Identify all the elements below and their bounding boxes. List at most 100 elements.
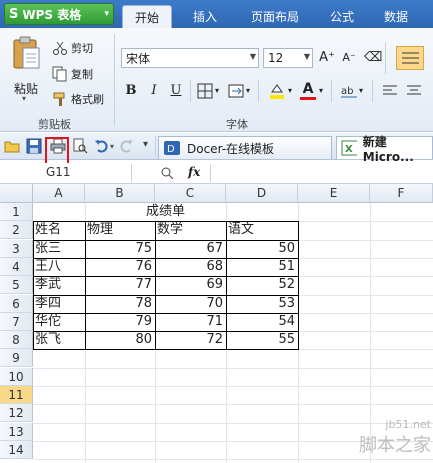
ribbon: 粘贴 ▾ 剪切 复制 格式刷 剪贴板 宋体 ▼ 12 ▼ A⁺ A⁻ ⌫ [0, 28, 433, 132]
search-icon[interactable] [160, 166, 174, 180]
math-cell[interactable]: 71 [155, 313, 226, 331]
font-name-select[interactable]: 宋体 ▼ [121, 48, 259, 68]
column-header-f[interactable]: F [370, 184, 433, 203]
name-cell[interactable]: 华佗 [33, 313, 85, 331]
cut-button[interactable]: 剪切 [52, 40, 93, 56]
row-header-1[interactable]: 1 [0, 203, 33, 221]
tab-home[interactable]: 开始 [122, 5, 172, 28]
tab-page-layout[interactable]: 页面布局 [240, 5, 310, 28]
format-painter-button[interactable]: 格式刷 [52, 91, 104, 107]
wps-logo-icon: S [9, 7, 18, 22]
chinese-cell[interactable]: 54 [226, 313, 298, 331]
italic-button[interactable]: I [145, 82, 163, 100]
header-cell[interactable]: 物理 [85, 221, 155, 239]
paste-button[interactable]: 粘贴 ▾ [8, 36, 44, 102]
name-cell[interactable]: 王八 [33, 258, 85, 276]
text-effect-icon[interactable]: ab [340, 83, 358, 99]
physics-cell[interactable]: 79 [85, 313, 155, 331]
doc-tab-workbook[interactable]: X 新建 Micro... [336, 136, 433, 159]
math-cell[interactable]: 72 [155, 331, 226, 349]
customize-toolbar-icon[interactable]: ▾ [143, 139, 148, 150]
name-box[interactable]: G11 [2, 164, 132, 182]
copy-button[interactable]: 复制 [52, 66, 93, 82]
table-border [33, 240, 299, 241]
chinese-cell[interactable]: 55 [226, 331, 298, 349]
fill-color-icon[interactable] [268, 82, 286, 100]
align-top-button[interactable] [396, 46, 424, 70]
row-header-7[interactable]: 7 [0, 313, 33, 331]
undo-icon[interactable] [94, 138, 110, 154]
chinese-cell[interactable]: 53 [226, 295, 298, 313]
clear-format-icon[interactable]: ⌫ [364, 49, 382, 67]
align-left-icon[interactable] [382, 84, 398, 98]
select-all-corner[interactable] [0, 184, 33, 203]
math-cell[interactable]: 70 [155, 295, 226, 313]
borders-icon[interactable] [197, 83, 213, 99]
name-cell[interactable]: 张三 [33, 240, 85, 258]
row-header-12[interactable]: 12 [0, 404, 33, 422]
row-header-10[interactable]: 10 [0, 368, 33, 386]
table-title-cell[interactable]: 成绩单 [33, 203, 298, 221]
bold-button[interactable]: B [122, 82, 140, 100]
grow-font-button[interactable]: A⁺ [318, 49, 336, 67]
watermark-url: jb51.net [359, 418, 431, 431]
math-cell[interactable]: 68 [155, 258, 226, 276]
chinese-cell[interactable]: 50 [226, 240, 298, 258]
row-header-3[interactable]: 3 [0, 240, 33, 258]
group-separator [385, 42, 386, 74]
column-header-c[interactable]: C [155, 184, 226, 203]
row-header-9[interactable]: 9 [0, 349, 33, 367]
column-header-a[interactable]: A [33, 184, 85, 203]
formula-input[interactable] [210, 164, 433, 182]
column-header-d[interactable]: D [226, 184, 298, 203]
chevron-down-icon: ▼ [250, 52, 256, 61]
row-header-6[interactable]: 6 [0, 295, 33, 313]
physics-cell[interactable]: 76 [85, 258, 155, 276]
row-header-2[interactable]: 2 [0, 221, 33, 239]
wps-app-button[interactable]: S WPS 表格 ▾ [4, 3, 114, 25]
chevron-down-icon: ▾ [246, 86, 250, 95]
group-separator [190, 80, 191, 102]
insert-function-button[interactable]: fx [188, 165, 200, 179]
open-folder-icon[interactable] [4, 138, 20, 154]
row-header-4[interactable]: 4 [0, 258, 33, 276]
row-header-8[interactable]: 8 [0, 331, 33, 349]
name-cell[interactable]: 李武 [33, 276, 85, 294]
docer-icon: D [163, 140, 181, 156]
save-icon[interactable] [26, 138, 42, 154]
physics-cell[interactable]: 75 [85, 240, 155, 258]
font-size-select[interactable]: 12 ▼ [263, 48, 313, 68]
header-cell[interactable]: 数学 [155, 221, 226, 239]
column-header-b[interactable]: B [85, 184, 155, 203]
align-center-icon[interactable] [406, 84, 422, 98]
row-header-5[interactable]: 5 [0, 276, 33, 294]
math-cell[interactable]: 69 [155, 276, 226, 294]
name-cell[interactable]: 李四 [33, 295, 85, 313]
chinese-cell[interactable]: 52 [226, 276, 298, 294]
row-header-13[interactable]: 13 [0, 423, 33, 441]
tab-data[interactable]: 数据 [374, 5, 418, 28]
doc-tab-docer[interactable]: D Docer-在线模板 [158, 136, 332, 159]
header-cell[interactable]: 语文 [226, 221, 298, 239]
row-header-11[interactable]: 11 [0, 386, 33, 404]
row-header-14[interactable]: 14 [0, 441, 33, 459]
redo-icon[interactable] [118, 138, 134, 154]
paste-dropdown-icon: ▾ [22, 94, 26, 103]
name-cell[interactable]: 张飞 [33, 331, 85, 349]
header-cell[interactable]: 姓名 [33, 221, 85, 239]
shrink-font-button[interactable]: A⁻ [340, 49, 358, 67]
tab-insert[interactable]: 插入 [180, 5, 230, 28]
group-separator [114, 34, 115, 126]
font-color-button[interactable]: A [299, 81, 317, 101]
print-preview-icon[interactable] [72, 138, 88, 154]
physics-cell[interactable]: 80 [85, 331, 155, 349]
underline-button[interactable]: U [167, 82, 185, 100]
chinese-cell[interactable]: 51 [226, 258, 298, 276]
physics-cell[interactable]: 77 [85, 276, 155, 294]
merge-cells-icon[interactable] [228, 83, 244, 99]
math-cell[interactable]: 67 [155, 240, 226, 258]
font-size-value: 12 [268, 51, 283, 65]
tab-formulas[interactable]: 公式 [320, 5, 364, 28]
physics-cell[interactable]: 78 [85, 295, 155, 313]
column-header-e[interactable]: E [298, 184, 370, 203]
